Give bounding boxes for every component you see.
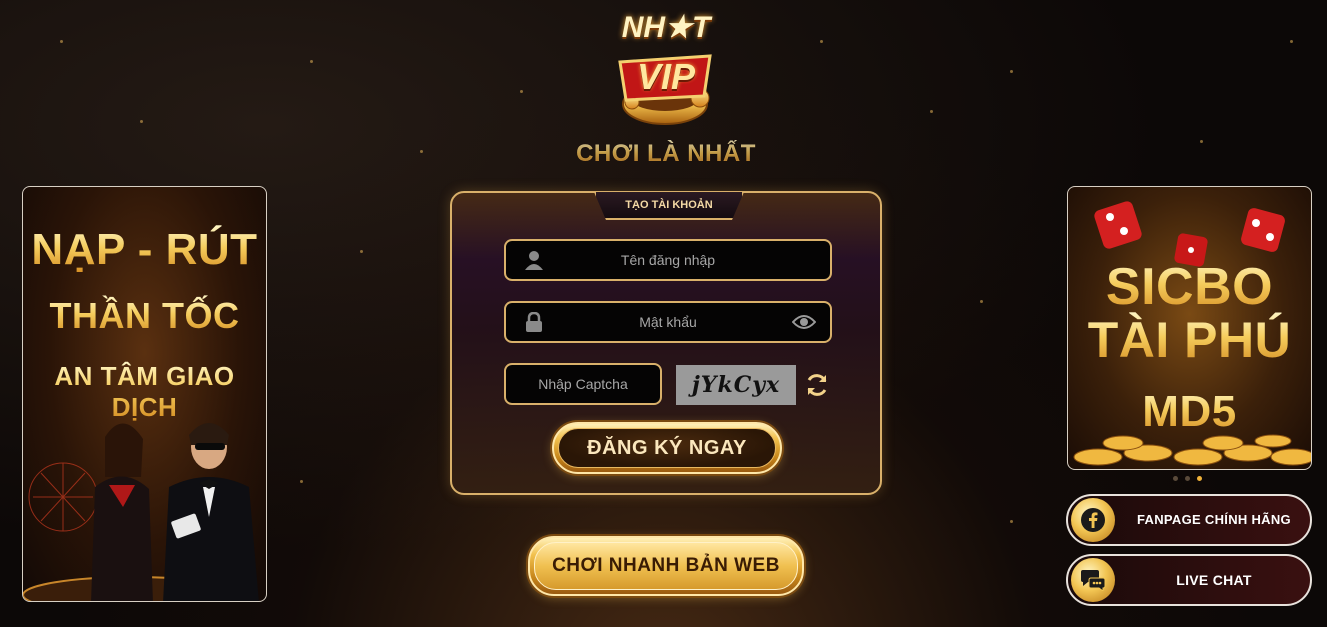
facebook-icon-circle: [1071, 498, 1115, 542]
brand-tagline: CHƠI LÀ NHẤT: [540, 140, 792, 168]
brand-logo[interactable]: NH★T VIP: [604, 4, 726, 130]
banner-right-line2: TÀI PHÚ: [1068, 311, 1311, 369]
password-input[interactable]: [506, 303, 830, 341]
play-web-button[interactable]: CHƠI NHANH BẢN WEB: [528, 536, 804, 596]
promo-people-illustration: [23, 423, 259, 601]
carousel-dot[interactable]: [1173, 476, 1178, 481]
captcha-input[interactable]: [506, 365, 660, 403]
carousel-dots: [1173, 476, 1202, 481]
logo-text-bottom: VIP: [636, 56, 696, 97]
lock-icon: [526, 312, 542, 332]
carousel-dot[interactable]: [1185, 476, 1190, 481]
username-field[interactable]: [504, 239, 832, 281]
banner-left-line3: AN TÂM GIAO DỊCH: [23, 361, 266, 423]
register-tab-label: TẠO TÀI KHOẢN: [625, 199, 713, 211]
chat-icon-circle: [1071, 558, 1115, 602]
fanpage-button[interactable]: FANPAGE CHÍNH HÃNG: [1066, 494, 1312, 546]
carousel-dot-active[interactable]: [1197, 476, 1202, 481]
register-button-label: ĐĂNG KÝ NGAY: [587, 436, 747, 459]
captcha-image: jYkCyx: [676, 365, 796, 405]
banner-left-line2: THẦN TỐC: [23, 295, 266, 337]
live-chat-button[interactable]: LIVE CHAT: [1066, 554, 1312, 606]
refresh-icon[interactable]: [804, 372, 830, 398]
password-field[interactable]: [504, 301, 832, 343]
live-chat-label: LIVE CHAT: [1176, 572, 1252, 588]
logo-text-top: NH★T: [621, 11, 711, 44]
promo-banner-left[interactable]: NẠP - RÚT THẦN TỐC AN TÂM GIAO DỊCH: [22, 186, 267, 602]
banner-right-line3: MD5: [1068, 387, 1311, 437]
banner-right-line1: SICBO: [1068, 257, 1311, 317]
register-form: TẠO TÀI KHOẢN jYkCyx ĐĂNG KÝ NGAY: [450, 191, 882, 495]
promo-banner-right[interactable]: SICBO TÀI PHÚ MD5: [1067, 186, 1312, 470]
banner-left-line1: NẠP - RÚT: [23, 225, 266, 275]
fanpage-label: FANPAGE CHÍNH HÃNG: [1137, 512, 1291, 527]
eye-icon[interactable]: [792, 312, 816, 332]
register-button[interactable]: ĐĂNG KÝ NGAY: [552, 422, 782, 474]
captcha-field[interactable]: [504, 363, 662, 405]
play-web-button-label: CHƠI NHANH BẢN WEB: [552, 555, 780, 576]
username-input[interactable]: [506, 241, 830, 279]
chat-icon: [1081, 570, 1106, 591]
facebook-icon: [1081, 508, 1105, 532]
user-icon: [525, 251, 543, 270]
